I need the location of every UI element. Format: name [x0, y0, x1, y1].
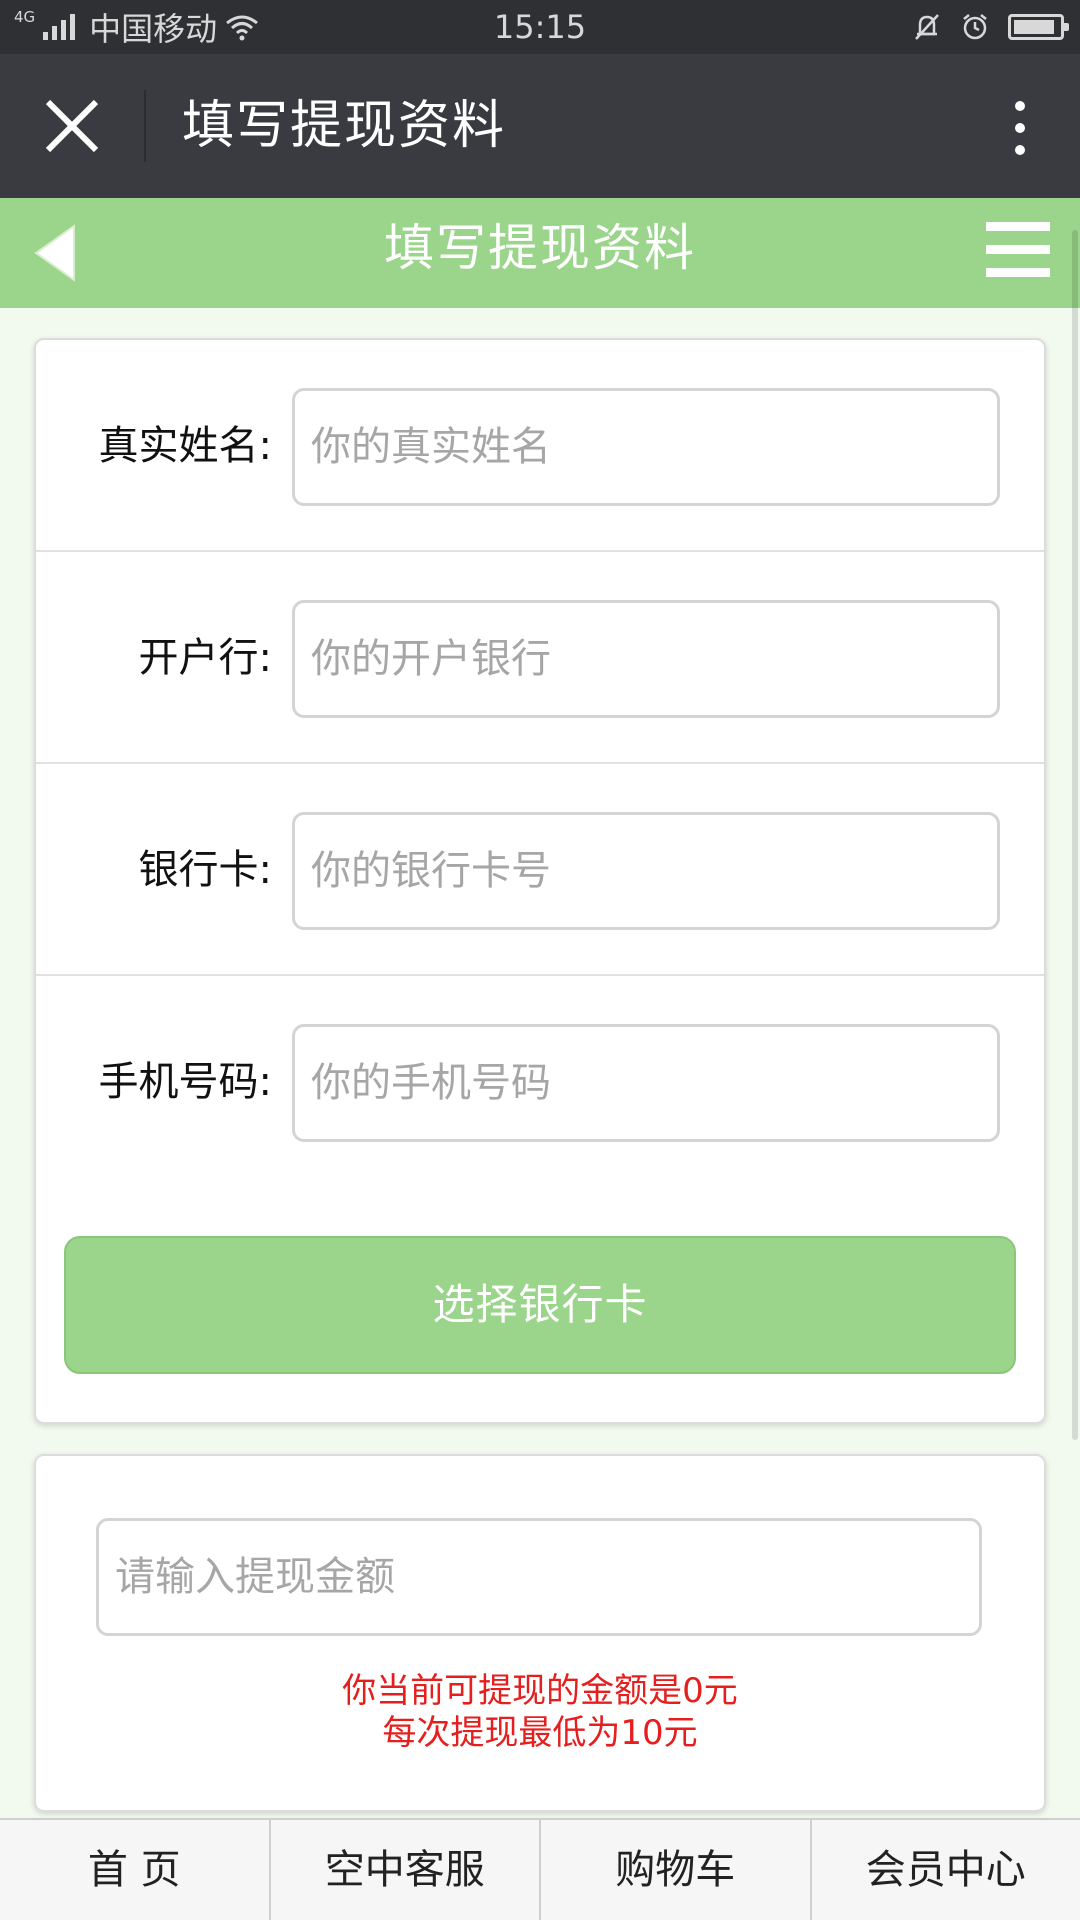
battery-level	[1014, 20, 1054, 34]
real-name-label: 真实姓名:	[98, 423, 272, 469]
nav-home[interactable]: 首 页	[0, 1820, 271, 1920]
page-title: 填写提现资料	[384, 219, 696, 277]
bank-card-label: 银行卡:	[138, 847, 272, 893]
page-header: 填写提现资料	[0, 198, 1080, 308]
scrollbar[interactable]	[1072, 230, 1078, 1440]
real-name-input[interactable]	[292, 388, 1000, 506]
webview-title: 填写提现资料	[182, 96, 507, 156]
notification-muted-icon	[915, 14, 939, 40]
bank-name-input[interactable]	[292, 600, 1000, 718]
withdraw-amount-card: 你当前可提现的金额是0元 每次提现最低为10元	[34, 1454, 1046, 1812]
alarm-icon	[963, 14, 987, 40]
battery-icon	[1008, 14, 1069, 40]
withdraw-info-form: 真实姓名: 开户行: 银行卡: 手机号码: 选择银行卡	[34, 338, 1046, 1424]
minimum-amount-notice: 每次提现最低为10元	[382, 1713, 698, 1753]
nav-customer-service[interactable]: 空中客服	[271, 1820, 541, 1920]
nav-member-center[interactable]: 会员中心	[812, 1820, 1080, 1920]
titlebar-divider	[144, 90, 146, 162]
withdraw-amount-input[interactable]	[96, 1518, 982, 1636]
webview-titlebar: 填写提现资料	[0, 54, 1080, 198]
bank-card-input[interactable]	[292, 812, 1000, 930]
form-row-name: 真实姓名:	[36, 340, 1044, 552]
form-row-phone: 手机号码:	[36, 976, 1044, 1188]
hamburger-menu-icon[interactable]	[984, 218, 1052, 282]
status-right	[912, 0, 1069, 54]
bank-name-label: 开户行:	[138, 635, 272, 681]
more-vertical-icon[interactable]	[1000, 98, 1040, 158]
nav-cart[interactable]: 购物车	[541, 1820, 812, 1920]
select-bank-card-button[interactable]: 选择银行卡	[64, 1236, 1016, 1374]
bottom-nav: 首 页 空中客服 购物车 会员中心	[0, 1818, 1080, 1920]
phone-input[interactable]	[292, 1024, 1000, 1142]
close-icon[interactable]	[40, 94, 104, 158]
available-amount-notice: 你当前可提现的金额是0元	[342, 1671, 738, 1711]
form-row-bank: 开户行:	[36, 552, 1044, 764]
form-row-card: 银行卡:	[36, 764, 1044, 976]
status-bar: 4G 中国移动 15:15	[0, 0, 1080, 54]
phone-label: 手机号码:	[98, 1059, 272, 1105]
